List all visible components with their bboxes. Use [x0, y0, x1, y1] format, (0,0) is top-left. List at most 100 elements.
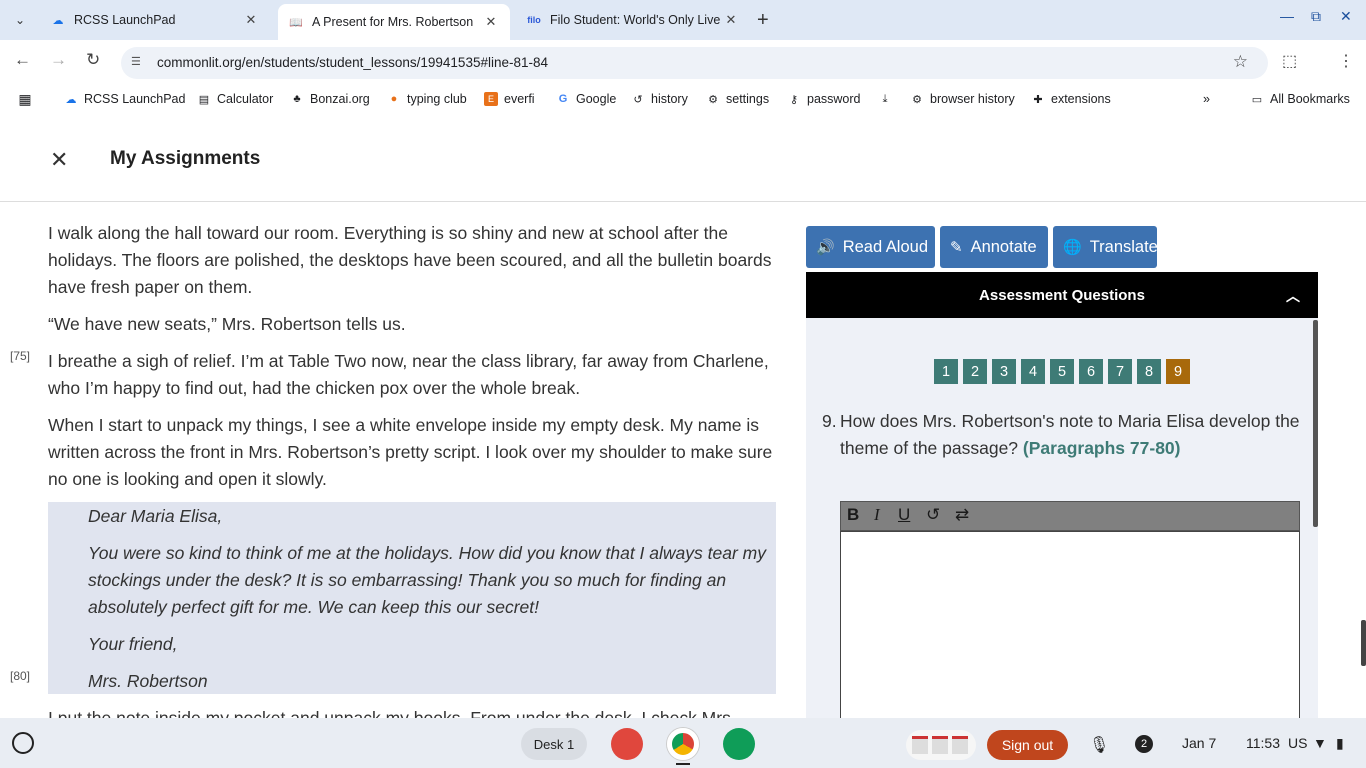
bookmark-calculator[interactable]: ▤ Calculator: [197, 92, 273, 106]
bookmark-settings[interactable]: ⚙ settings: [706, 92, 769, 106]
undo-icon[interactable]: ↺: [926, 505, 940, 525]
question-nav-3[interactable]: 3: [992, 359, 1016, 384]
tab-present-for-mrs-robertson[interactable]: 📖 A Present for Mrs. Robertson ✕: [278, 4, 510, 40]
bookmark-browser-history[interactable]: ⚙ browser history: [910, 92, 1015, 106]
italic-icon[interactable]: I: [874, 505, 880, 525]
question-nav-6[interactable]: 6: [1079, 359, 1103, 384]
minimize-icon[interactable]: —: [1280, 8, 1294, 24]
date-display[interactable]: Jan 7: [1182, 735, 1216, 751]
address-bar[interactable]: ☰ commonlit.org/en/students/student_less…: [121, 47, 1268, 79]
page-scrollbar[interactable]: [1361, 620, 1366, 666]
bookmark-everfi[interactable]: Eeverfi: [484, 92, 535, 106]
gear-icon: ⚙: [912, 93, 922, 106]
bookmark-typing-club[interactable]: ● typing club: [387, 92, 467, 106]
panel-scrollbar[interactable]: [1313, 320, 1318, 527]
close-window-icon[interactable]: ✕: [1340, 8, 1352, 25]
desk-switcher[interactable]: Desk 1: [521, 728, 587, 760]
page-header: ✕ My Assignments: [0, 120, 1366, 202]
question-nav-9[interactable]: 9: [1166, 359, 1190, 384]
forward-arrow-icon[interactable]: →: [50, 50, 67, 70]
editor-toolbar: B I U ↺ ⇄: [840, 501, 1300, 531]
bookmark-rcss-launchpad[interactable]: ☁ RCSS LaunchPad: [64, 92, 186, 106]
question-nav-8[interactable]: 8: [1137, 359, 1161, 384]
back-arrow-icon[interactable]: ←: [14, 50, 31, 70]
download-icon[interactable]: ⤓: [878, 92, 898, 106]
close-icon[interactable]: ✕: [722, 12, 740, 28]
classroom-app-icon[interactable]: [723, 728, 755, 760]
locale-indicator[interactable]: US: [1288, 735, 1307, 751]
tab-title: RCSS LaunchPad: [74, 13, 176, 27]
underline-icon[interactable]: U: [898, 505, 910, 525]
translate-button[interactable]: 🌐 Translate: [1053, 226, 1158, 268]
url-text[interactable]: commonlit.org/en/students/student_lesson…: [157, 55, 548, 70]
holding-space-thumbnails[interactable]: [906, 730, 976, 760]
launchpad-icon: ☁: [65, 93, 77, 106]
bookmark-password[interactable]: ⚷ password: [787, 92, 861, 106]
chevron-up-icon[interactable]: ︿: [1286, 286, 1300, 306]
close-icon[interactable]: ✕: [242, 12, 260, 28]
google-icon: G: [558, 93, 568, 105]
globe-icon: 🌐: [1063, 239, 1082, 256]
maximize-icon[interactable]: ⧉: [1311, 8, 1321, 25]
close-icon[interactable]: ✕: [482, 14, 500, 30]
question-nav-2[interactable]: 2: [963, 359, 987, 384]
tab-rcss-launchpad[interactable]: ☁ RCSS LaunchPad ✕: [40, 4, 270, 36]
site-info-icon[interactable]: ☰: [131, 55, 145, 69]
tab-strip: ⌄ ☁ RCSS LaunchPad ✕ 📖 A Present for Mrs…: [0, 0, 1366, 40]
speaker-icon: 🔊: [816, 239, 835, 256]
question-nav-4[interactable]: 4: [1021, 359, 1045, 384]
letter-line: Mrs. Robertson: [88, 671, 208, 691]
menu-kebab-icon[interactable]: ⋮: [1338, 51, 1354, 71]
time-display[interactable]: 11:53: [1246, 735, 1280, 751]
letter-line: You were so kind to think of me at the h…: [88, 543, 766, 617]
apps-grid-icon[interactable]: ▦: [18, 91, 38, 107]
answer-textarea[interactable]: [840, 531, 1300, 718]
close-icon[interactable]: ✕: [50, 149, 70, 171]
bold-icon[interactable]: B: [847, 505, 859, 525]
launcher-icon[interactable]: [12, 732, 34, 754]
bookmark-extensions[interactable]: ✚ extensions: [1031, 92, 1110, 106]
tab-title: Filo Student: World's Only Live I: [550, 13, 722, 27]
new-tab-icon[interactable]: +: [757, 9, 769, 32]
battery-icon[interactable]: ▮: [1336, 735, 1344, 752]
chrome-icon[interactable]: [667, 728, 699, 760]
passage-paragraph: When I start to unpack my things, I see …: [48, 415, 773, 489]
active-app-indicator: [676, 763, 690, 765]
letter-line: Dear Maria Elisa,: [88, 506, 223, 526]
overflow-chevron-icon[interactable]: »: [1203, 92, 1210, 106]
tab-title: A Present for Mrs. Robertson: [312, 15, 474, 29]
question-index: 9.: [822, 411, 837, 431]
bookmark-google[interactable]: G Google: [556, 92, 617, 106]
bookmark-bonzai[interactable]: ♣ Bonzai.org: [290, 92, 369, 106]
question-nav-7[interactable]: 7: [1108, 359, 1132, 384]
all-bookmarks[interactable]: ▭ All Bookmarks: [1250, 92, 1350, 106]
puzzle-icon: ✚: [1033, 93, 1043, 106]
bookmark-history[interactable]: ↺ history: [631, 92, 687, 106]
reload-icon[interactable]: ↻: [86, 50, 100, 70]
filo-favicon-icon: filo: [527, 15, 541, 25]
letter-line: Your friend,: [88, 634, 178, 654]
assessment-header[interactable]: Assessment Questions ︿: [806, 272, 1318, 318]
wifi-icon[interactable]: ▼: [1313, 735, 1327, 751]
tab-filo-student[interactable]: filo Filo Student: World's Only Live I ✕: [516, 4, 750, 36]
tab-search-chevron-icon[interactable]: ⌄: [8, 8, 32, 32]
microphone-icon[interactable]: 🎙: [1089, 735, 1109, 755]
passage-paragraph: I put the note inside my pocket and unpa…: [48, 708, 736, 718]
question-nav-5[interactable]: 5: [1050, 359, 1074, 384]
annotate-button[interactable]: ✎ Annotate: [940, 226, 1048, 268]
extensions-icon[interactable]: ⬚: [1282, 51, 1297, 71]
bookmarks-bar: ▦ ☁ RCSS LaunchPad ▤ Calculator ♣ Bonzai.or…: [0, 86, 1366, 114]
notification-count[interactable]: 2: [1135, 735, 1153, 753]
question-nav-1[interactable]: 1: [934, 359, 958, 384]
redo-icon[interactable]: ⇄: [955, 505, 969, 525]
line-number: [75]: [10, 349, 31, 363]
read-aloud-button[interactable]: 🔊 Read Aloud: [806, 226, 935, 268]
paint-app-icon[interactable]: [611, 728, 643, 760]
line-number: [80]: [10, 669, 31, 683]
passage-paragraph: “We have new seats,” Mrs. Robertson tell…: [48, 314, 406, 334]
passage-paragraph: I breathe a sigh of relief. I’m at Table…: [48, 351, 769, 398]
passage-panel: I walk along the hall toward our room. E…: [0, 202, 790, 718]
bookmark-star-icon[interactable]: ☆: [1233, 52, 1248, 72]
sign-out-button[interactable]: Sign out: [987, 730, 1068, 760]
paragraph-reference-link[interactable]: (Paragraphs 77-80): [1023, 438, 1181, 458]
